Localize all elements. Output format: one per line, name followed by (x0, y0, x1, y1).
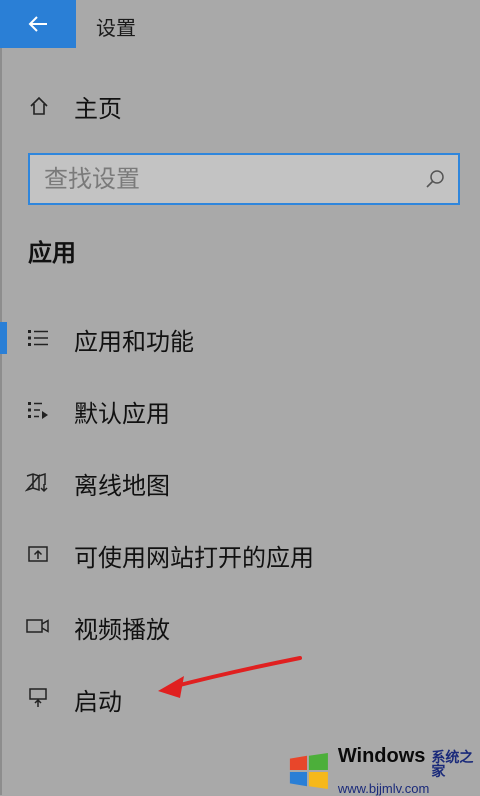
offline-map-icon (24, 469, 52, 495)
nav-item-apps-for-websites[interactable]: 可使用网站打开的应用 (0, 530, 480, 578)
web-apps-icon (24, 541, 52, 567)
window-title: 设置 (96, 16, 136, 40)
home-icon (30, 96, 48, 115)
nav-item-apps-features[interactable]: 应用和功能 (0, 314, 480, 362)
section-title: 应用 (28, 239, 76, 267)
nav-label: 应用和功能 (74, 328, 194, 356)
video-icon (24, 613, 52, 639)
nav-item-offline-maps[interactable]: 离线地图 (0, 458, 480, 506)
startup-icon (24, 685, 52, 711)
back-button[interactable] (0, 0, 76, 48)
watermark-text: Windows 系统之家 www.bjjmlv.com (338, 746, 480, 795)
windows-logo-icon (289, 752, 328, 789)
watermark-url: www.bjjmlv.com (337, 781, 430, 796)
nav-label: 启动 (74, 688, 122, 716)
list-icon (24, 325, 52, 351)
search-box[interactable] (28, 153, 460, 205)
home-link[interactable]: 主页 (28, 88, 122, 124)
annotation-arrow (158, 656, 302, 698)
arrow-left-icon (28, 16, 47, 32)
watermark: Windows 系统之家 www.bjjmlv.com (288, 746, 480, 795)
nav-item-video-playback[interactable]: 视频播放 (0, 602, 480, 650)
home-label: 主页 (74, 94, 122, 123)
active-indicator (0, 322, 7, 354)
nav-item-default-apps[interactable]: 默认应用 (0, 386, 480, 434)
default-apps-icon (24, 397, 52, 423)
watermark-title: Windows (337, 745, 426, 767)
nav-label: 离线地图 (74, 472, 170, 500)
nav-label: 可使用网站打开的应用 (74, 544, 314, 572)
settings-window: 设置 主页 应用 应用和功能 (0, 0, 480, 795)
search-icon[interactable] (424, 168, 446, 190)
nav-label: 视频播放 (74, 616, 170, 644)
watermark-subtitle: 系统之家 (431, 750, 474, 780)
search-input[interactable] (44, 165, 424, 193)
nav-label: 默认应用 (74, 400, 170, 428)
